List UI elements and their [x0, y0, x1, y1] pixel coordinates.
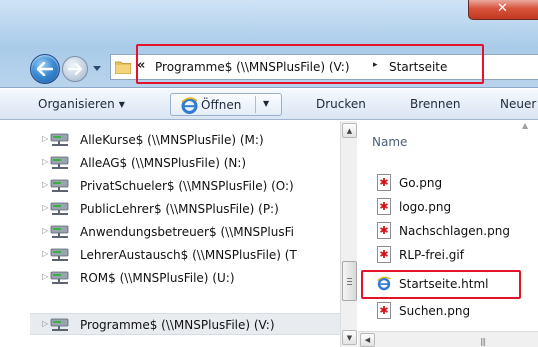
arrow-left-icon: [37, 62, 53, 76]
scroll-down-button[interactable]: ▼: [342, 330, 357, 345]
grip-line: [347, 284, 352, 285]
address-segment-drive[interactable]: Programme$ (\\MNSPlusFile) (V:): [155, 60, 350, 74]
address-overflow-chevron[interactable]: «: [137, 58, 145, 73]
open-split-button[interactable]: Öffnen ▼: [170, 93, 282, 116]
nav-item-label: PublicLehrer$ (\\MNSPlusFile) (P:): [80, 202, 279, 216]
organize-label: Organisieren: [38, 97, 115, 111]
nav-item-label: Anwendungsbetreuer$ (\\MNSPlusFi: [80, 225, 294, 239]
nav-item-label: Programme$ (\\MNSPlusFile) (V:): [80, 318, 275, 332]
horizontal-scrollbar[interactable]: ◀ |||: [358, 331, 538, 347]
internet-explorer-icon: [181, 97, 198, 114]
address-bar[interactable]: « Programme$ (\\MNSPlusFile) (V:) ▸ Star…: [110, 54, 538, 80]
chevron-down-icon: [93, 66, 101, 71]
network-drive-icon: [50, 133, 69, 146]
expand-arrow-icon[interactable]: ▷: [42, 249, 48, 258]
file-name: RLP-frei.gif: [399, 248, 464, 262]
file-list-pane: Name ▲ Go.png logo.png Nachschlagen.png …: [358, 121, 538, 347]
file-item-go[interactable]: Go.png: [372, 172, 538, 194]
file-item-nachschlagen[interactable]: Nachschlagen.png: [372, 220, 538, 242]
scroll-grip-icon[interactable]: |||: [480, 337, 486, 346]
command-toolbar: Organisieren ▼ Öffnen ▼ Drucken Brennen N…: [0, 89, 538, 120]
address-separator-arrow[interactable]: ▸: [373, 60, 378, 70]
nav-item-anwendungsbetreuer[interactable]: ▷ Anwendungsbetreuer$ (\\MNSPlusFi: [30, 221, 340, 243]
file-item-suchen[interactable]: Suchen.png: [372, 300, 538, 322]
folder-icon: [115, 61, 131, 74]
image-file-icon: [377, 246, 391, 263]
split-divider: [255, 96, 256, 113]
print-button[interactable]: Drucken: [316, 97, 366, 111]
network-drive-icon: [50, 248, 69, 261]
network-drive-icon: [50, 318, 69, 331]
file-name: logo.png: [399, 200, 452, 214]
nav-item-label: AlleAG$ (\\MNSPlusFile) (N:): [80, 156, 247, 170]
nav-item-alleag[interactable]: ▷ AlleAG$ (\\MNSPlusFile) (N:): [30, 152, 340, 174]
address-segment-folder[interactable]: Startseite: [389, 60, 447, 74]
scroll-thumb[interactable]: [342, 261, 357, 301]
column-header-name[interactable]: Name: [372, 135, 407, 149]
image-file-icon: [377, 302, 391, 319]
expand-arrow-icon[interactable]: ▷: [42, 319, 48, 328]
expand-arrow-icon[interactable]: ▷: [42, 157, 48, 166]
expand-arrow-icon[interactable]: ▷: [42, 203, 48, 212]
network-drive-icon: [50, 225, 69, 238]
expand-arrow-icon[interactable]: ▷: [42, 226, 48, 235]
image-file-icon: [377, 222, 391, 239]
network-drive-icon: [50, 156, 69, 169]
nav-item-lehreraustausch[interactable]: ▷ LehrerAustausch$ (\\MNSPlusFile) (T: [30, 244, 340, 266]
nav-item-rom[interactable]: ▷ ROM$ (\\MNSPlusFile) (U:): [30, 267, 340, 289]
image-file-icon: [377, 198, 391, 215]
scroll-up-button[interactable]: ▲: [342, 123, 357, 138]
organize-button[interactable]: Organisieren ▼: [38, 97, 125, 111]
network-drive-icon: [50, 179, 69, 192]
nav-item-label: AlleKurse$ (\\MNSPlusFile) (M:): [80, 133, 264, 147]
nav-item-label: LehrerAustausch$ (\\MNSPlusFile) (T: [80, 248, 297, 262]
nav-item-label: PrivatSchueler$ (\\MNSPlusFile) (O:): [80, 179, 294, 193]
file-name: Nachschlagen.png: [399, 224, 510, 238]
nav-item-programme[interactable]: ▷ Programme$ (\\MNSPlusFile) (V:): [30, 313, 340, 335]
expand-arrow-icon[interactable]: ▷: [42, 180, 48, 189]
file-item-startseite[interactable]: Startseite.html: [372, 273, 538, 295]
html-file-icon: [377, 276, 391, 291]
file-item-rlp-frei[interactable]: RLP-frei.gif: [372, 244, 538, 266]
navigation-pane: ▷ AlleKurse$ (\\MNSPlusFile) (M:) ▷ Alle…: [30, 121, 357, 347]
vertical-scrollbar[interactable]: ▲ ▼: [340, 121, 357, 347]
grip-line: [347, 281, 352, 282]
file-name: Startseite.html: [399, 277, 489, 291]
file-name: Go.png: [399, 176, 443, 190]
scroll-left-button[interactable]: ◀: [360, 333, 375, 347]
nav-item-publiclehrer[interactable]: ▷ PublicLehrer$ (\\MNSPlusFile) (P:): [30, 198, 340, 220]
arrow-right-icon: [68, 63, 82, 75]
burn-button[interactable]: Brennen: [410, 97, 460, 111]
recent-pages-dropdown[interactable]: [91, 62, 103, 76]
grip-line: [347, 278, 352, 279]
expand-arrow-icon[interactable]: ▷: [42, 134, 48, 143]
network-drive-icon: [50, 202, 69, 215]
nav-item-allekurse[interactable]: ▷ AlleKurse$ (\\MNSPlusFile) (M:): [30, 129, 340, 151]
chevron-down-icon[interactable]: ▼: [263, 99, 269, 108]
file-name: Suchen.png: [399, 304, 471, 318]
open-label: Öffnen: [201, 98, 242, 112]
nav-item-privatschueler[interactable]: ▷ PrivatSchueler$ (\\MNSPlusFile) (O:): [30, 175, 340, 197]
network-drive-icon: [50, 271, 69, 284]
image-file-icon: [377, 174, 391, 191]
sort-indicator-icon: ▲: [522, 121, 529, 130]
back-button[interactable]: [30, 54, 60, 84]
window-titlebar: ✕ « Programme$ (\\MNSPlusFile) (V:) ▸ St…: [0, 0, 538, 88]
forward-button[interactable]: [62, 56, 88, 82]
chevron-down-icon: ▼: [118, 100, 125, 109]
file-item-logo[interactable]: logo.png: [372, 196, 538, 218]
nav-item-label: ROM$ (\\MNSPlusFile) (U:): [80, 271, 235, 285]
close-window-button[interactable]: ✕: [468, 0, 538, 20]
new-folder-button[interactable]: Neuer: [500, 97, 536, 111]
close-icon: ✕: [497, 1, 508, 16]
expand-arrow-icon[interactable]: ▷: [42, 272, 48, 281]
